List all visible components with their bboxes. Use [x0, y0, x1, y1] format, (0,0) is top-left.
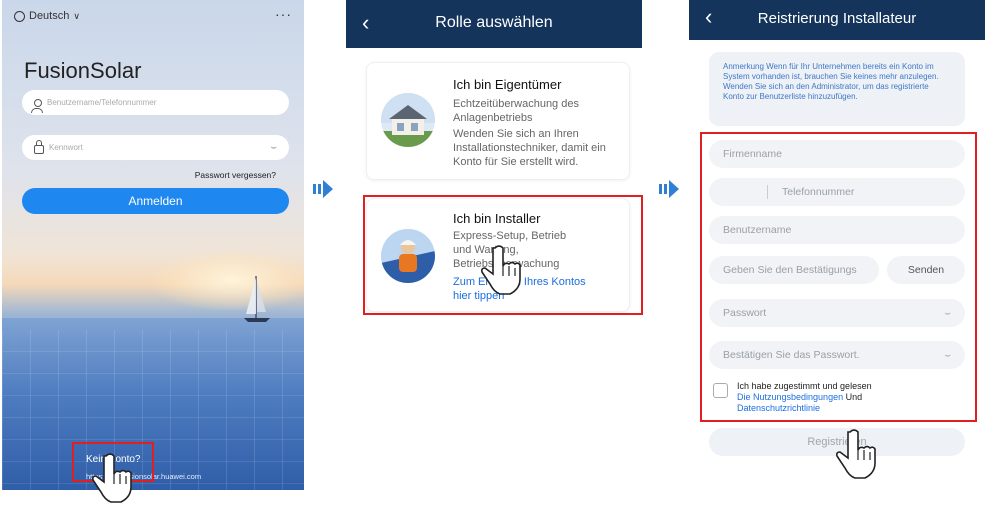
owner-role-card[interactable]: Ich bin Eigentümer Echtzeitüberwachung d… [366, 62, 630, 180]
hand-pointer-icon [836, 429, 876, 479]
username-input[interactable]: Benutzername/Telefonnummer [22, 90, 289, 115]
language-selector[interactable]: Deutsch ∨ [14, 10, 80, 22]
language-label: Deutsch [29, 10, 70, 22]
login-button[interactable]: Anmelden [22, 188, 289, 214]
owner-note: Wenden Sie sich an Ihren Installationste… [453, 128, 606, 168]
login-screen: Deutsch ∨ ··· FusionSolar Benutzername/T… [2, 0, 304, 490]
globe-icon [14, 10, 25, 22]
nav-bar: ‹ Reistrierung Installateur [689, 0, 985, 40]
hand-pointer-icon [92, 453, 132, 503]
info-note: Anmerkung Wenn für Ihr Unternehmen berei… [709, 52, 965, 126]
app-title: FusionSolar [24, 58, 142, 83]
sailboat-image [244, 276, 270, 322]
more-menu-icon[interactable]: ··· [275, 6, 292, 22]
forgot-password-link[interactable]: Passwort vergessen? [195, 170, 276, 180]
owner-description: Echtzeitüberwachung des Anlagenbetriebs [453, 98, 579, 124]
user-icon [31, 98, 43, 113]
lock-icon [34, 140, 44, 154]
step-arrow-icon [313, 180, 333, 198]
highlight-form [700, 132, 977, 422]
eye-off-icon[interactable]: ⌣ [270, 142, 277, 153]
sunlight-glow [152, 250, 304, 310]
page-title: Reistrierung Installateur [757, 10, 917, 27]
chevron-down-icon: ∨ [73, 10, 80, 21]
house-image [381, 93, 435, 147]
username-placeholder: Benutzername/Telefonnummer [47, 98, 157, 107]
note-text: Anmerkung Wenn für Ihr Unternehmen berei… [723, 62, 939, 101]
hand-pointer-icon [481, 245, 521, 295]
password-placeholder: Kennwort [49, 143, 83, 152]
step-arrow-icon [659, 180, 679, 198]
page-title: Rolle auswählen [435, 14, 553, 31]
nav-bar: ‹ Rolle auswählen [346, 0, 642, 48]
password-input[interactable]: Kennwort ⌣ [22, 135, 289, 160]
owner-title: Ich bin Eigentümer [453, 77, 562, 92]
